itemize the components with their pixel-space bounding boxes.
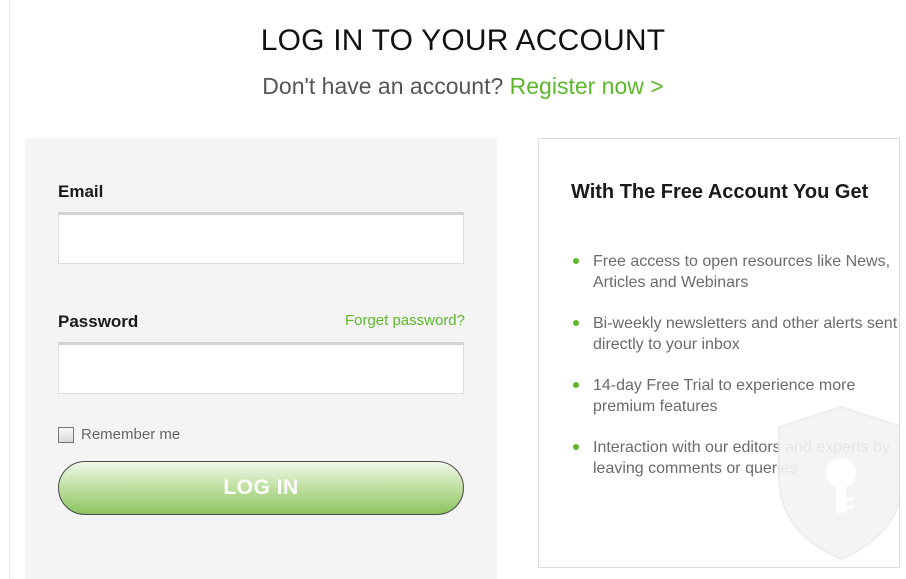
remember-me-row[interactable]: Remember me: [58, 426, 180, 443]
list-item: Free access to open resources like News,…: [571, 251, 899, 293]
login-button[interactable]: LOG IN: [58, 461, 464, 515]
benefit-text: Bi-weekly newsletters and other alerts s…: [593, 315, 898, 353]
forgot-password-link[interactable]: Forget password?: [345, 312, 465, 329]
password-field[interactable]: [58, 342, 464, 394]
benefits-panel: With The Free Account You Get Free acces…: [538, 138, 900, 568]
bullet-icon: [573, 320, 579, 326]
remember-me-checkbox[interactable]: [58, 426, 74, 443]
bullet-icon: [573, 444, 579, 450]
bullet-icon: [573, 382, 579, 388]
register-prompt-text: Don't have an account?: [262, 73, 510, 99]
login-page: LOG IN TO YOUR ACCOUNT Don't have an acc…: [0, 0, 906, 579]
password-label: Password: [58, 312, 139, 331]
bullet-icon: [573, 258, 579, 264]
email-label: Email: [58, 182, 104, 201]
benefit-text: Free access to open resources like News,…: [593, 253, 891, 291]
list-item: Bi-weekly newsletters and other alerts s…: [571, 313, 899, 355]
remember-me-label: Remember me: [81, 426, 181, 443]
shield-keyhole-icon: [778, 405, 899, 561]
register-prompt: Don't have an account? Register now >: [0, 73, 906, 100]
login-form-panel: Email Password Forget password? Remember…: [25, 138, 497, 579]
email-field[interactable]: [58, 212, 464, 264]
benefits-title: With The Free Account You Get: [571, 181, 869, 203]
register-now-link[interactable]: Register now >: [510, 73, 664, 99]
page-title: LOG IN TO YOUR ACCOUNT: [260, 24, 666, 57]
